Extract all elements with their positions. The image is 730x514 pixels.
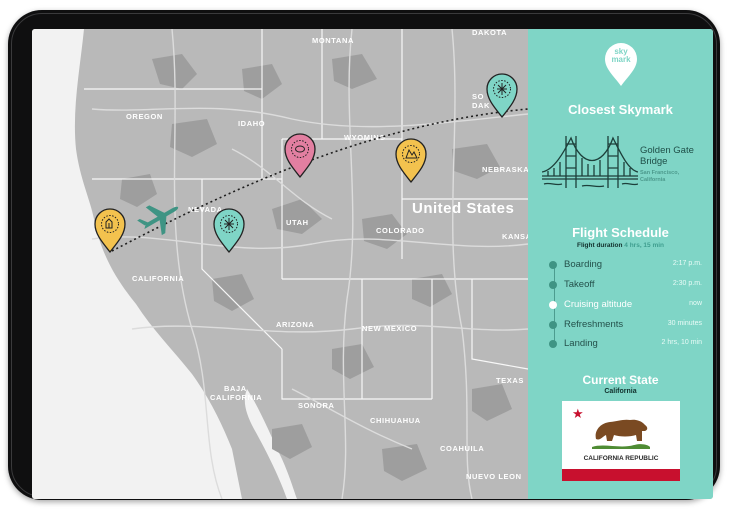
map-label-texas: TEXAS	[496, 376, 524, 385]
logo-text-line2: mark	[611, 55, 631, 64]
map-label-oregon: OREGON	[126, 112, 163, 121]
map-label-idaho: IDAHO	[238, 119, 265, 128]
map-label-nebraska: NEBRASKA	[482, 165, 528, 174]
schedule-row-cruising: Cruising altitude now	[542, 298, 702, 312]
map-label-united-states: United States	[412, 200, 514, 217]
map-label-chihuahua: CHIHUAHUA	[370, 416, 421, 425]
schedule-dot-current	[549, 301, 557, 309]
current-state-title: Current State	[582, 373, 659, 387]
map-label-colorado: COLORADO	[376, 226, 425, 235]
screen: MONTANA DAKOTA SO DAK OREGON IDAHO WYOMI…	[32, 29, 713, 499]
schedule-name: Refreshments	[564, 319, 624, 330]
schedule-dot	[549, 321, 557, 329]
map-label-coahuila: COAHUILA	[440, 444, 484, 453]
schedule-dot	[549, 340, 557, 348]
map[interactable]: MONTANA DAKOTA SO DAK OREGON IDAHO WYOMI…	[32, 29, 528, 499]
bridge-location: San Francisco, California	[640, 170, 712, 184]
tablet-frame: MONTANA DAKOTA SO DAK OREGON IDAHO WYOMI…	[8, 10, 720, 500]
map-label-dakota2: DAK	[472, 101, 490, 110]
star-icon: ★	[572, 406, 584, 421]
map-label-dakota: DAKOTA	[472, 29, 507, 37]
schedule-time: 30 minutes	[667, 320, 702, 327]
map-label-south: SO	[472, 92, 484, 101]
map-label-utah: UTAH	[286, 218, 309, 227]
map-label-arizona: ARIZONA	[276, 320, 314, 329]
closest-skymark-title: Closest Skymark	[568, 102, 673, 117]
schedule-time: now	[689, 300, 702, 307]
bridge-name: Golden Gate Bridge	[640, 145, 712, 167]
bridge-location-line2: California	[640, 177, 666, 183]
flight-duration-value: 4 hrs, 15 min	[624, 242, 665, 249]
schedule-row-boarding: Boarding 2:17 p.m.	[542, 258, 702, 272]
california-flag: ★ CALIFORNIA REPUBLIC	[562, 401, 680, 481]
schedule-dot	[549, 281, 557, 289]
schedule-time: 2 hrs, 10 min	[661, 339, 702, 346]
bridge-name-line2: Bridge	[640, 156, 668, 167]
map-label-california: CALIFORNIA	[132, 274, 184, 283]
schedule-name: Boarding	[564, 259, 603, 270]
schedule-name: Landing	[564, 338, 598, 349]
map-label-montana: MONTANA	[312, 36, 354, 45]
flag-stripe	[562, 469, 680, 481]
map-label-baja: BAJA	[224, 384, 247, 393]
bear-icon	[592, 419, 650, 449]
schedule-dot	[549, 261, 557, 269]
bridge-name-line1: Golden Gate	[640, 145, 694, 156]
bridge-location-line1: San Francisco,	[640, 170, 680, 176]
flag-text: CALIFORNIA REPUBLIC	[583, 455, 659, 462]
map-label-sonora: SONORA	[298, 401, 335, 410]
current-state-name: California	[604, 388, 637, 395]
schedule-time: 2:17 p.m.	[672, 260, 702, 267]
schedule-row-refreshments: Refreshments 30 minutes	[542, 318, 702, 332]
flight-duration-label: Flight duration	[576, 242, 623, 249]
flight-schedule-title: Flight Schedule	[572, 225, 669, 240]
golden-gate-bridge-icon	[542, 136, 638, 188]
map-label-new-mexico: NEW MEXICO	[362, 324, 417, 333]
schedule-time: 2:30 p.m.	[672, 280, 702, 287]
schedule-name: Takeoff	[564, 279, 595, 290]
schedule-name: Cruising altitude	[564, 299, 633, 310]
skymark-logo: sky mark	[604, 43, 638, 87]
map-label-kansas: KANSA	[502, 232, 528, 241]
map-label-nuevo-leon: NUEVO LEON	[466, 472, 522, 481]
flight-duration: Flight duration 4 hrs, 15 min	[528, 242, 713, 249]
info-panel: sky mark Closest Skymark Golden Gate Bri…	[528, 29, 713, 499]
map-label-baja2: CALIFORNIA	[210, 393, 262, 402]
schedule-row-takeoff: Takeoff 2:30 p.m.	[542, 278, 702, 292]
schedule-row-landing: Landing 2 hrs, 10 min	[542, 337, 702, 351]
